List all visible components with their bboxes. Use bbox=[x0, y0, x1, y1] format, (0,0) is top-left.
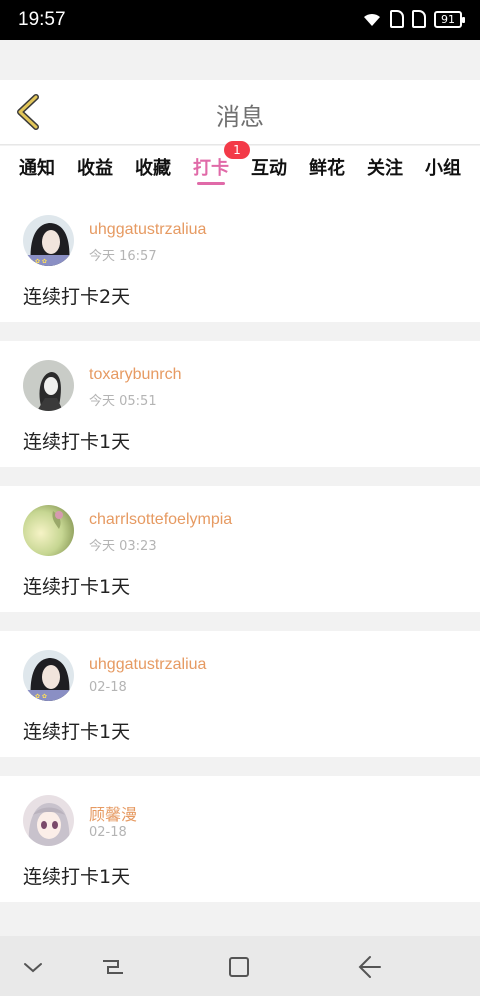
system-nav-bar bbox=[0, 936, 480, 996]
sim2-icon bbox=[412, 10, 426, 28]
active-tab-indicator bbox=[197, 182, 225, 185]
list-item[interactable]: ✿ ✿ uhggatustrzaliua 02-18 连续打卡1天 bbox=[0, 631, 480, 757]
avatar[interactable]: ✿ ✿ bbox=[23, 215, 74, 266]
chevron-down-icon[interactable] bbox=[16, 950, 50, 984]
home-icon[interactable] bbox=[222, 950, 256, 984]
status-icons: 91 bbox=[362, 10, 465, 28]
status-bar: 19:57 91 bbox=[0, 0, 480, 40]
header: 消息 bbox=[0, 80, 480, 145]
tab-earnings[interactable]: 收益 bbox=[77, 154, 113, 180]
tab-groups[interactable]: 小组 bbox=[425, 154, 461, 180]
username[interactable]: toxarybunrch bbox=[89, 366, 182, 384]
avatar[interactable] bbox=[23, 505, 74, 556]
username[interactable]: uhggatustrzaliua bbox=[89, 656, 206, 674]
timestamp: 今天 05:51 bbox=[89, 394, 157, 409]
timestamp: 今天 16:57 bbox=[89, 249, 157, 264]
svg-text:✿ ✿: ✿ ✿ bbox=[35, 258, 47, 265]
battery-icon: 91 bbox=[434, 10, 465, 28]
wifi-icon bbox=[364, 13, 380, 26]
message-text: 连续打卡1天 bbox=[23, 576, 131, 598]
message-text: 连续打卡1天 bbox=[23, 721, 131, 743]
list-item[interactable]: charrlsottefoelympia 今天 03:23 连续打卡1天 bbox=[0, 486, 480, 612]
tab-favorites[interactable]: 收藏 bbox=[135, 154, 171, 180]
username[interactable]: charrlsottefoelympia bbox=[89, 511, 232, 529]
timestamp: 02-18 bbox=[89, 825, 127, 840]
tab-bar: 通知 收益 收藏 打卡 1 互动 鲜花 关注 小组 bbox=[0, 141, 480, 196]
back-icon[interactable] bbox=[352, 950, 386, 984]
recent-apps-icon[interactable] bbox=[96, 950, 130, 984]
svg-text:✿ ✿: ✿ ✿ bbox=[35, 693, 47, 700]
avatar[interactable] bbox=[23, 795, 74, 846]
page-title: 消息 bbox=[216, 103, 264, 131]
message-text: 连续打卡1天 bbox=[23, 431, 131, 453]
list-item[interactable]: toxarybunrch 今天 05:51 连续打卡1天 bbox=[0, 341, 480, 467]
checkin-badge: 1 bbox=[224, 141, 250, 159]
username[interactable]: 顾馨漫 bbox=[89, 801, 137, 825]
list-item[interactable]: 顾馨漫 02-18 连续打卡1天 bbox=[0, 776, 480, 902]
tab-interaction[interactable]: 互动 bbox=[251, 154, 287, 180]
message-list: ✿ ✿ uhggatustrzaliua 今天 16:57 连续打卡2天 tox… bbox=[0, 196, 480, 921]
sim1-icon bbox=[390, 10, 404, 28]
username[interactable]: uhggatustrzaliua bbox=[89, 221, 206, 239]
message-text: 连续打卡2天 bbox=[23, 286, 131, 308]
tab-flowers[interactable]: 鲜花 bbox=[309, 154, 345, 180]
tab-follow[interactable]: 关注 bbox=[367, 154, 403, 180]
timestamp: 今天 03:23 bbox=[89, 539, 157, 554]
timestamp: 02-18 bbox=[89, 680, 127, 695]
avatar[interactable] bbox=[23, 360, 74, 411]
message-text: 连续打卡1天 bbox=[23, 866, 131, 888]
status-time: 19:57 bbox=[18, 9, 66, 30]
avatar[interactable]: ✿ ✿ bbox=[23, 650, 74, 701]
tab-notice[interactable]: 通知 bbox=[19, 154, 55, 180]
tab-checkin[interactable]: 打卡 bbox=[193, 154, 229, 180]
list-item[interactable]: ✿ ✿ uhggatustrzaliua 今天 16:57 连续打卡2天 bbox=[0, 196, 480, 322]
